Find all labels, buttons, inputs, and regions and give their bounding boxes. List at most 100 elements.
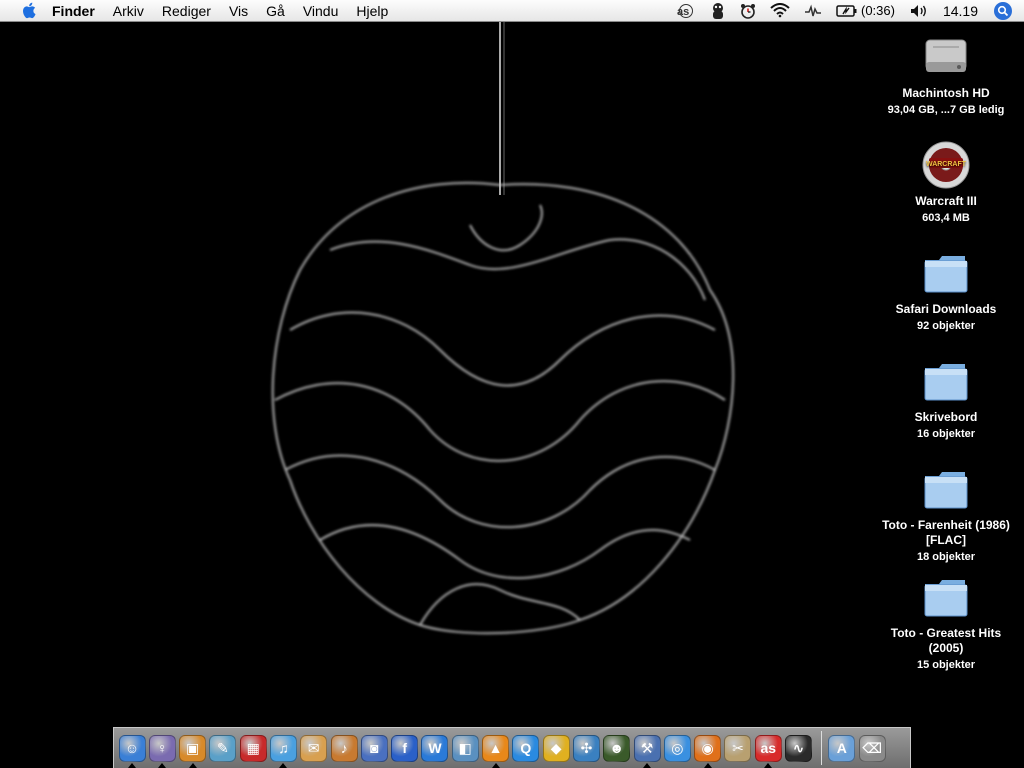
desktop-icon-macintosh-hd[interactable]: Machintosh HD 93,04 GB, ...7 GB ledig	[876, 32, 1016, 117]
running-indicator	[279, 763, 288, 768]
dock-item-lastfm[interactable]: as	[754, 732, 782, 768]
desktop-icon-name: Safari Downloads	[895, 302, 997, 316]
itunes-icon: ♫	[269, 734, 297, 762]
menu-clock[interactable]: 14.19	[943, 3, 978, 19]
running-indicator	[703, 763, 712, 768]
desktop-icon-name: Skrivebord	[914, 410, 978, 424]
adium-icon: ♀	[148, 734, 176, 762]
dock-item-font[interactable]: f	[391, 732, 419, 764]
desktop-icon-info: 93,04 GB, ...7 GB ledig	[887, 104, 1005, 116]
applications-folder-icon: A	[828, 734, 856, 762]
trash-icon: ⌫	[858, 734, 886, 762]
activity-monitor-icon: ∿	[785, 734, 813, 762]
dock-separator	[820, 731, 822, 765]
font-icon: f	[391, 734, 419, 762]
menu-arkiv[interactable]: Arkiv	[113, 3, 144, 19]
folder-icon	[921, 572, 971, 622]
lastfm-icon: as	[754, 734, 782, 762]
desktop-icon-name: Warcraft III	[915, 194, 977, 208]
dock-item-applications-folder[interactable]: A	[828, 732, 856, 764]
battery-icon	[836, 4, 857, 17]
red-app-icon: ▦	[239, 734, 267, 762]
desktop-icon-info: 603,4 MB	[922, 212, 970, 224]
dock-item-finder[interactable]: ☺	[118, 732, 146, 768]
address-book-icon: ✉	[300, 734, 328, 762]
desktop-icon-name: Toto - Greatest Hits (2005)	[890, 626, 1002, 655]
desktop-icon-toto-farenheit[interactable]: Toto - Farenheit (1986) [FLAC] 18 objekt…	[876, 464, 1016, 564]
menu-bar: Finder Arkiv Rediger Vis Gå Vindu Hjelp …	[0, 0, 1024, 22]
dock-item-quicktime[interactable]: Q	[512, 732, 540, 764]
dock-item-transmit[interactable]: ◆	[542, 732, 570, 764]
menu-rediger[interactable]: Rediger	[162, 3, 211, 19]
quicktime-icon: Q	[512, 734, 540, 762]
running-indicator	[764, 763, 773, 768]
dock-item-warcraft[interactable]: ☻	[603, 732, 631, 764]
transmit-icon: ◆	[542, 734, 570, 762]
dock-item-mail[interactable]: ✎	[209, 732, 237, 764]
dock-item-activity-monitor[interactable]: ∿	[785, 732, 813, 764]
spotlight-icon[interactable]	[994, 1, 1012, 20]
dock-item-script[interactable]: ✂	[724, 732, 752, 764]
desktop-icon-toto-greatest-hits[interactable]: Toto - Greatest Hits (2005) 15 objekter	[876, 572, 1016, 672]
desktop-icon-info: 16 objekter	[916, 428, 976, 440]
iphoto-icon: ▣	[179, 734, 207, 762]
folder-icon	[921, 464, 971, 514]
finder-icon: ☺	[118, 734, 146, 762]
dock-item-itunes[interactable]: ♫	[269, 732, 297, 768]
warcraft-icon: ☻	[603, 734, 631, 762]
hard-drive-icon	[921, 32, 971, 82]
menu-vis[interactable]: Vis	[229, 3, 248, 19]
xcode-icon: ⚒	[633, 734, 661, 762]
dock-item-red-app[interactable]: ▦	[239, 732, 267, 764]
dock-item-vlc[interactable]: ▲	[482, 732, 510, 768]
menu-hjelp[interactable]: Hjelp	[356, 3, 388, 19]
word-icon: W	[421, 734, 449, 762]
dock-item-trash[interactable]: ⌫	[858, 732, 886, 764]
desktop-icon-info: 18 objekter	[916, 551, 976, 563]
dock-item-safari[interactable]: ◎	[663, 732, 691, 764]
mascot-menu-icon[interactable]	[710, 2, 726, 20]
network-icon: ✣	[572, 734, 600, 762]
dock-item-address-book[interactable]: ✉	[300, 732, 328, 764]
script-icon: ✂	[724, 734, 752, 762]
desktop-icon-info: 15 objekter	[916, 659, 976, 671]
menu-vindu[interactable]: Vindu	[303, 3, 339, 19]
desktop-icon-skrivebord[interactable]: Skrivebord 16 objekter	[876, 356, 1016, 441]
menu-app-finder[interactable]: Finder	[52, 3, 95, 19]
running-indicator	[491, 763, 500, 768]
dock-item-network[interactable]: ✣	[572, 732, 600, 764]
dock-item-firefox[interactable]: ◉	[694, 732, 722, 768]
svg-text:as: as	[677, 6, 689, 18]
disc-label: WARCRAFT	[926, 161, 967, 168]
firefox-icon: ◉	[694, 734, 722, 762]
desktop-icon-warcraft-iii[interactable]: WARCRAFT Warcraft III 603,4 MB	[876, 140, 1016, 225]
apple-menu-icon[interactable]	[18, 2, 38, 20]
battery-time: (0:36)	[860, 3, 895, 18]
folder-icon	[921, 248, 971, 298]
menu-ga[interactable]: Gå	[266, 3, 285, 19]
battery-menu[interactable]: (0:36)	[836, 3, 895, 18]
desktop-wallpaper	[271, 22, 735, 635]
dock-item-preview[interactable]: ◧	[451, 732, 479, 764]
preview-icon: ◧	[451, 734, 479, 762]
wifi-icon[interactable]	[770, 3, 790, 18]
dock-item-xcode[interactable]: ⚒	[633, 732, 661, 768]
dock-item-radio[interactable]: ◙	[360, 732, 388, 764]
desktop-icon-name: Machintosh HD	[902, 86, 990, 100]
dock-item-adium[interactable]: ♀	[148, 732, 176, 768]
desktop-icon-safari-downloads[interactable]: Safari Downloads 92 objekter	[876, 248, 1016, 333]
status-area: as (0:36) 14.19	[662, 0, 1024, 21]
running-indicator	[188, 763, 197, 768]
lastfm-menu-icon[interactable]: as	[676, 3, 696, 18]
activity-menu-icon[interactable]	[804, 3, 822, 18]
dock-item-iphoto[interactable]: ▣	[179, 732, 207, 768]
dock-item-word[interactable]: W	[421, 732, 449, 764]
folder-icon	[921, 356, 971, 406]
volume-icon[interactable]	[909, 3, 929, 19]
dock: ☺ ♀ ▣ ✎ ▦ ♫ ✉ ♪ ◙ f W ◧ ▲ Q ◆ ✣ ☻ ⚒ ◎ ◉ ✂ as ∿ A ⌫	[113, 727, 911, 768]
running-indicator	[158, 763, 167, 768]
mail-icon: ✎	[209, 734, 237, 762]
dock-item-garageband[interactable]: ♪	[330, 732, 358, 764]
garageband-icon: ♪	[330, 734, 358, 762]
alarm-clock-icon[interactable]	[740, 3, 756, 19]
